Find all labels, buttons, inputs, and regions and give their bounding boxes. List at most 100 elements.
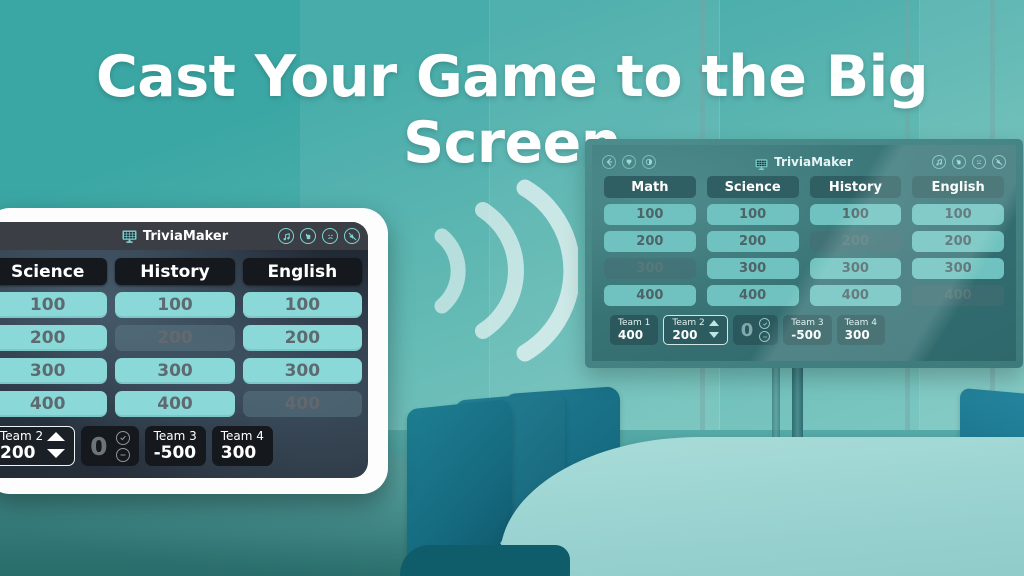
tv-stand-pole	[772, 366, 780, 441]
tablet-team-name: Team 4	[220, 429, 264, 443]
tablet-value-cell[interactable]: 200	[242, 325, 362, 351]
tablet-category-label[interactable]: History	[115, 258, 235, 285]
cast-waves-icon	[428, 178, 581, 363]
tablet-value-cell[interactable]: 300	[0, 358, 108, 384]
mute-icon[interactable]	[992, 155, 1006, 169]
tablet-value-cell[interactable]: 400	[0, 391, 108, 417]
tv-value-cell[interactable]: 100	[706, 204, 799, 225]
tv-header-right-icons[interactable]	[932, 155, 1006, 169]
tv-brand: TriviaMaker	[755, 155, 853, 170]
tablet-value-cell[interactable]: 100	[0, 292, 108, 318]
tablet-score-stepper-up[interactable]	[47, 431, 66, 441]
tablet-value-cell[interactable]: 300	[115, 358, 235, 384]
tablet-column: Science 100 200 300 400	[0, 258, 108, 424]
tv-brand-name: TriviaMaker	[774, 155, 853, 169]
tablet-category-label[interactable]: Science	[0, 258, 108, 285]
accept-icon[interactable]	[759, 318, 771, 329]
tablet-value-cell[interactable]: 200	[0, 325, 108, 351]
tablet-screen: TriviaMaker Science 100 200 300 400 Hist…	[0, 222, 368, 478]
tv-value-cell-used[interactable]: 400	[912, 285, 1004, 306]
music-note-icon[interactable]	[932, 155, 946, 169]
tv-value-cell[interactable]: 400	[706, 285, 799, 306]
tv-value-cell-used[interactable]: 200	[809, 231, 902, 252]
tv-score-stepper-up[interactable]	[708, 320, 719, 326]
tv-column: English 100 200 300 400	[912, 176, 1004, 312]
tv-value-cell[interactable]: 300	[706, 258, 799, 279]
buzzer-icon[interactable]	[952, 155, 966, 169]
tv-team-card[interactable]: Team 4 300	[836, 315, 886, 345]
tv-value-cell[interactable]: 400	[809, 285, 902, 306]
tv-column: History 100 200 300 400	[809, 176, 902, 312]
tv-column: Math 100 200 300 400	[604, 176, 696, 312]
tv-pending-score: 0	[740, 319, 754, 341]
tablet-pending-score-box: 0	[81, 426, 139, 466]
tablet-score-stepper-down[interactable]	[47, 448, 66, 458]
contrast-icon[interactable]	[642, 155, 656, 169]
tablet-team-card[interactable]: Team 4 300	[211, 426, 273, 466]
tv-app-header: TriviaMaker	[592, 151, 1016, 173]
tablet-team-bar: Team 2 200 0 Team 3 -500 Team 4 300	[0, 426, 368, 466]
tv-team-name: Team 2	[672, 318, 705, 328]
tablet-value-cell-used[interactable]: 400	[242, 391, 362, 417]
tv-category-label[interactable]: Science	[706, 176, 799, 198]
tablet-value-cell[interactable]: 100	[115, 292, 235, 318]
tv-value-cell[interactable]: 200	[604, 231, 696, 252]
tv-score-stepper-down[interactable]	[708, 332, 719, 338]
tablet-column: History 100 200 300 400	[115, 258, 235, 424]
tablet-column: English 100 200 300 400	[242, 258, 362, 424]
tv-team-name: Team 1	[618, 318, 651, 328]
trivia-board-icon	[122, 229, 137, 243]
tablet-team-card-selected[interactable]: Team 2 200	[0, 426, 76, 466]
trophy-icon[interactable]	[622, 155, 636, 169]
tv-team-score: 300	[844, 328, 870, 342]
tablet-value-cell[interactable]: 300	[242, 358, 362, 384]
tv-value-cell-used[interactable]: 300	[604, 258, 696, 279]
tv-team-name: Team 4	[844, 318, 878, 328]
tv-column: Science 100 200 300 400	[706, 176, 799, 312]
tv-team-score: 400	[618, 328, 644, 342]
tv-pending-score-box: 0	[732, 315, 779, 345]
subtract-icon[interactable]	[759, 331, 771, 342]
tv-team-card[interactable]: Team 1 400	[610, 315, 659, 345]
music-note-icon[interactable]	[278, 228, 294, 244]
tv-value-cell[interactable]: 300	[912, 258, 1004, 279]
tv-value-cell[interactable]: 200	[706, 231, 799, 252]
tv-screen: TriviaMaker Math 100 200 300 400 Science…	[592, 145, 1016, 361]
tablet-team-score: -500	[153, 443, 197, 463]
tablet-pending-score: 0	[90, 431, 108, 461]
tablet-team-name: Team 2	[0, 429, 44, 443]
back-arrow-icon[interactable]	[602, 155, 616, 169]
tv-value-cell[interactable]: 100	[912, 204, 1004, 225]
tv-value-cell[interactable]: 300	[809, 258, 902, 279]
tablet-value-cell-used[interactable]: 200	[115, 325, 235, 351]
tv-value-cell[interactable]: 100	[809, 204, 902, 225]
tablet-app-header: TriviaMaker	[0, 222, 368, 250]
tv-game-board: Math 100 200 300 400 Science 100 200 300…	[592, 173, 1016, 312]
tv-team-card-selected[interactable]: Team 2 200	[663, 315, 728, 345]
tv-value-cell[interactable]: 400	[604, 285, 696, 306]
tablet-value-cell[interactable]: 400	[115, 391, 235, 417]
mute-icon[interactable]	[344, 228, 360, 244]
trivia-board-icon	[755, 157, 768, 170]
buzzer-icon[interactable]	[300, 228, 316, 244]
tv-value-cell[interactable]: 100	[604, 204, 696, 225]
tv-header-left-icons[interactable]	[602, 155, 656, 169]
tv-team-bar: Team 1 400 Team 2 200 0 Team 3 -500 Team…	[592, 315, 1016, 345]
sad-face-icon[interactable]	[972, 155, 986, 169]
tablet-category-label[interactable]: English	[242, 258, 362, 285]
sad-face-icon[interactable]	[322, 228, 338, 244]
tv-category-label[interactable]: Math	[604, 176, 696, 198]
tablet-team-name: Team 3	[153, 429, 197, 443]
subtract-icon[interactable]	[115, 447, 130, 462]
tv-category-label[interactable]: History	[809, 176, 902, 198]
tablet-team-card[interactable]: Team 3 -500	[144, 426, 206, 466]
tv-category-label[interactable]: English	[912, 176, 1004, 198]
tv-team-name: Team 3	[791, 318, 824, 328]
tablet-header-right-icons[interactable]	[278, 228, 360, 244]
tablet-value-cell[interactable]: 100	[242, 292, 362, 318]
tv-team-card[interactable]: Team 3 -500	[783, 315, 832, 345]
tv-team-score: -500	[791, 328, 822, 342]
accept-icon[interactable]	[115, 430, 130, 445]
tv-value-cell[interactable]: 200	[912, 231, 1004, 252]
tablet-game-board: Science 100 200 300 400 History 100 200 …	[0, 250, 368, 424]
